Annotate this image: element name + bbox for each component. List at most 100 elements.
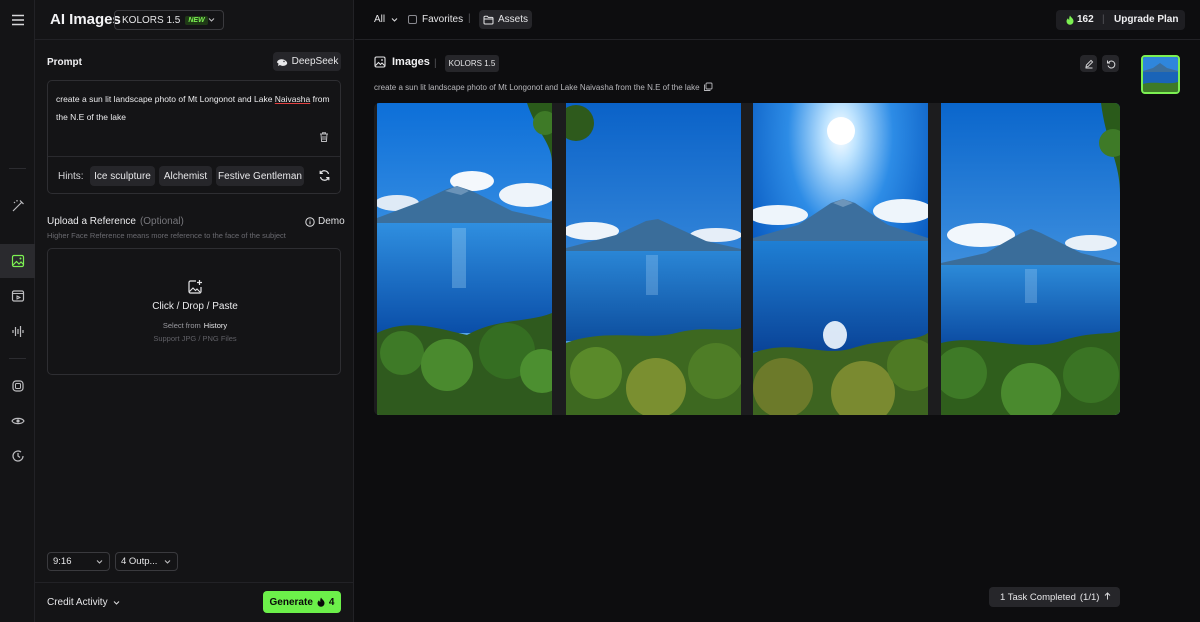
prompt-label: Prompt <box>47 57 82 68</box>
generated-image[interactable] <box>753 103 928 415</box>
deepseek-whale-icon <box>276 58 287 66</box>
select-from-history: Select from History <box>48 321 342 330</box>
images-title-text: Images <box>392 56 430 68</box>
hint-chip[interactable]: Alchemist <box>159 166 212 186</box>
prompt-text-part: create a sun lit landscape photo of Mt L… <box>56 94 275 104</box>
filter-all-label: All <box>374 14 386 25</box>
generation-panel: AI Images KOLORS 1.5 NEW Prompt DeepSeek… <box>35 0 354 622</box>
refresh-icon[interactable] <box>318 169 331 182</box>
trash-icon[interactable] <box>318 131 330 143</box>
page-title: AI Images <box>50 11 121 28</box>
prompt-text: create a sun lit landscape photo of Mt L… <box>56 91 336 126</box>
upload-title-text: Upload a Reference <box>47 216 136 227</box>
images-section-title: Images <box>374 56 430 68</box>
arrow-up-icon <box>1104 592 1111 600</box>
panel-footer-divider <box>35 582 354 583</box>
video-icon[interactable] <box>0 279 35 313</box>
favorites-checkbox[interactable]: Favorites <box>408 14 463 25</box>
clock-icon[interactable] <box>0 439 35 473</box>
thumbnail-image <box>1143 57 1178 92</box>
generated-image[interactable] <box>941 103 1120 415</box>
prompt-text-misspelled: Naivasha <box>274 94 311 104</box>
upload-subtitle: Higher Face Reference means more referen… <box>47 231 286 240</box>
flame-icon <box>317 597 325 607</box>
top-bar: All Favorites | Assets 162 | Upgrade Pla… <box>355 0 1200 40</box>
flame-icon <box>1066 15 1074 25</box>
credit-balance: 162 <box>1066 14 1094 25</box>
upload-reference-title: Upload a Reference (Optional) <box>47 216 184 227</box>
audio-icon[interactable] <box>0 314 35 348</box>
new-badge: NEW <box>185 15 208 25</box>
hint-chip[interactable]: Ice sculpture <box>90 166 155 186</box>
model-select[interactable]: KOLORS 1.5 NEW <box>114 10 224 30</box>
rail-divider <box>9 358 26 359</box>
upgrade-plan-button[interactable]: Upgrade Plan <box>1114 14 1178 25</box>
icon-rail <box>0 0 35 622</box>
task-count: (1/1) <box>1079 591 1100 603</box>
model-select-value: KOLORS 1.5 <box>122 14 181 26</box>
image-add-icon <box>188 280 202 294</box>
demo-link[interactable]: Demo <box>305 216 345 227</box>
credits-divider: | <box>1102 14 1105 25</box>
checkbox-box[interactable] <box>408 15 417 24</box>
chevron-down-icon <box>164 560 171 564</box>
generate-button[interactable]: Generate 4 <box>263 591 341 613</box>
edit-icon <box>1084 59 1093 68</box>
aspect-ratio-value: 9:16 <box>53 556 72 567</box>
deepseek-label: DeepSeek <box>291 56 339 67</box>
deepseek-button[interactable]: DeepSeek <box>273 52 341 71</box>
model-tag: KOLORS 1.5 <box>445 55 499 72</box>
demo-label: Demo <box>318 216 345 227</box>
credit-activity-label: Credit Activity <box>47 597 108 608</box>
prompt-textarea[interactable]: create a sun lit landscape photo of Mt L… <box>47 80 341 194</box>
eye-icon[interactable] <box>0 404 35 438</box>
hint-chip[interactable]: Festive Gentleman <box>216 166 304 186</box>
supported-formats: Support JPG / PNG Files <box>153 334 237 343</box>
app-root: AI Images KOLORS 1.5 NEW Prompt DeepSeek… <box>0 0 1200 622</box>
image-gallery <box>374 103 1120 415</box>
cube-icon[interactable] <box>0 369 35 403</box>
chevron-down-icon <box>96 560 103 564</box>
generate-cost: 4 <box>328 596 335 608</box>
magic-wand-icon[interactable] <box>0 189 35 223</box>
history-thumbnail[interactable] <box>1141 55 1180 94</box>
select-from-label: Select from <box>162 321 201 330</box>
chevron-down-icon <box>208 18 215 22</box>
chevron-down-icon <box>113 601 119 605</box>
undo-icon <box>1106 60 1115 69</box>
reference-drop-zone[interactable]: Click / Drop / Paste Select from History … <box>47 248 341 375</box>
topbar-separator: | <box>468 13 471 24</box>
assets-label: Assets <box>497 14 528 25</box>
history-link[interactable]: History <box>204 321 227 330</box>
outputs-select[interactable]: 4 Outp... <box>115 552 178 571</box>
drop-instruction: Click / Drop / Paste <box>152 301 238 312</box>
favorites-label: Favorites <box>422 14 464 25</box>
title-separator: | <box>434 58 437 69</box>
assets-button[interactable]: Assets <box>479 10 532 29</box>
hints-label: Hints: <box>58 171 84 182</box>
menu-icon[interactable] <box>0 3 35 37</box>
edit-button[interactable] <box>1080 55 1097 72</box>
generated-image[interactable] <box>566 103 741 415</box>
image-icon <box>374 56 386 68</box>
optional-tag: (Optional) <box>139 216 184 227</box>
hints-row: Hints: Ice sculpture Alchemist Festive G… <box>48 156 340 194</box>
image-icon[interactable] <box>0 244 35 278</box>
credit-activity-dropdown[interactable]: Credit Activity <box>47 597 121 608</box>
generated-image[interactable] <box>377 103 552 415</box>
generate-label: Generate <box>269 596 313 608</box>
outputs-value: 4 Outp... <box>121 556 158 567</box>
task-status-button[interactable]: 1 Task Completed (1/1) <box>989 587 1120 607</box>
filter-all-dropdown[interactable]: All <box>374 14 399 25</box>
task-status-text: 1 Task Completed <box>1000 591 1076 603</box>
chevron-down-icon <box>391 18 398 22</box>
result-prompt: create a sun lit landscape photo of Mt L… <box>374 82 713 92</box>
aspect-ratio-select[interactable]: 9:16 <box>47 552 110 571</box>
credit-count: 162 <box>1077 14 1094 25</box>
credits-bar: 162 | Upgrade Plan <box>1056 10 1185 30</box>
undo-button[interactable] <box>1102 55 1119 72</box>
rail-divider <box>9 168 26 169</box>
info-icon <box>305 216 315 227</box>
panel-header: AI Images KOLORS 1.5 NEW <box>35 0 354 40</box>
copy-icon[interactable] <box>703 82 713 92</box>
